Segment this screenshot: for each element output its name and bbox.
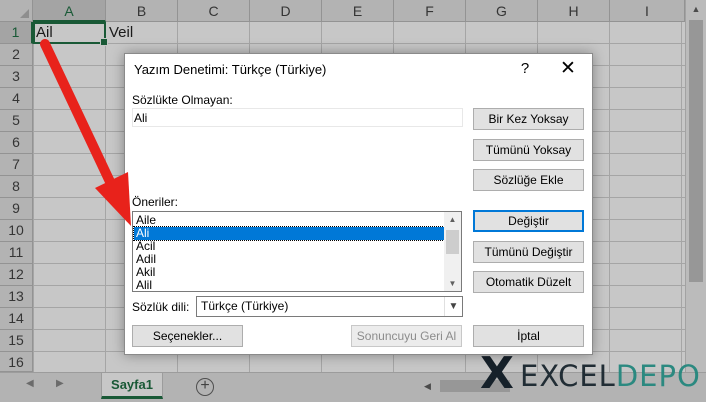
list-scroll-down-icon[interactable]: ▼	[444, 276, 461, 291]
dictionary-language-label: Sözlük dili:	[132, 300, 190, 314]
autocorrect-button[interactable]: Otomatik Düzelt	[473, 271, 584, 293]
spelling-dialog: Yazım Denetimi: Türkçe (Türkiye) ? ✕ Söz…	[124, 53, 593, 355]
suggestion-item[interactable]: Alil	[134, 279, 444, 292]
chevron-down-icon[interactable]: ▼	[444, 297, 462, 316]
add-to-dictionary-button[interactable]: Sözlüğe Ekle	[473, 169, 584, 191]
dialog-title: Yazım Denetimi: Türkçe (Türkiye)	[134, 62, 327, 77]
suggestions-scrollbar[interactable]: ▲ ▼	[444, 212, 461, 291]
ignore-all-button[interactable]: Tümünü Yoksay	[473, 139, 584, 161]
suggestions-list[interactable]: Aile Ali Acil Adil Akil Alil ▲ ▼	[132, 211, 462, 292]
suggestion-item-selected[interactable]: Ali	[133, 226, 445, 241]
close-icon[interactable]: ✕	[557, 58, 579, 80]
dictionary-language-value: Türkçe (Türkiye)	[201, 299, 289, 313]
suggestion-item[interactable]: Aile	[134, 214, 444, 227]
list-scroll-thumb[interactable]	[446, 230, 459, 254]
suggestion-item[interactable]: Akil	[134, 266, 444, 279]
cancel-button[interactable]: İptal	[473, 325, 584, 347]
options-button[interactable]: Seçenekler...	[132, 325, 243, 347]
change-all-button[interactable]: Tümünü Değiştir	[473, 241, 584, 263]
list-scroll-up-icon[interactable]: ▲	[444, 212, 461, 227]
dictionary-language-select[interactable]: Türkçe (Türkiye) ▼	[196, 296, 463, 317]
suggestions-label: Öneriler:	[132, 195, 179, 209]
help-icon[interactable]: ?	[514, 58, 536, 80]
suggestion-item[interactable]: Adil	[134, 253, 444, 266]
not-in-dictionary-label: Sözlükte Olmayan:	[132, 93, 233, 107]
undo-last-button[interactable]: Sonuncuyu Geri Al	[351, 325, 462, 347]
suggestion-item[interactable]: Acil	[134, 240, 444, 253]
change-button[interactable]: Değiştir	[473, 210, 584, 232]
ignore-once-button[interactable]: Bir Kez Yoksay	[473, 108, 584, 130]
not-in-dictionary-field[interactable]: Ali	[132, 108, 463, 127]
